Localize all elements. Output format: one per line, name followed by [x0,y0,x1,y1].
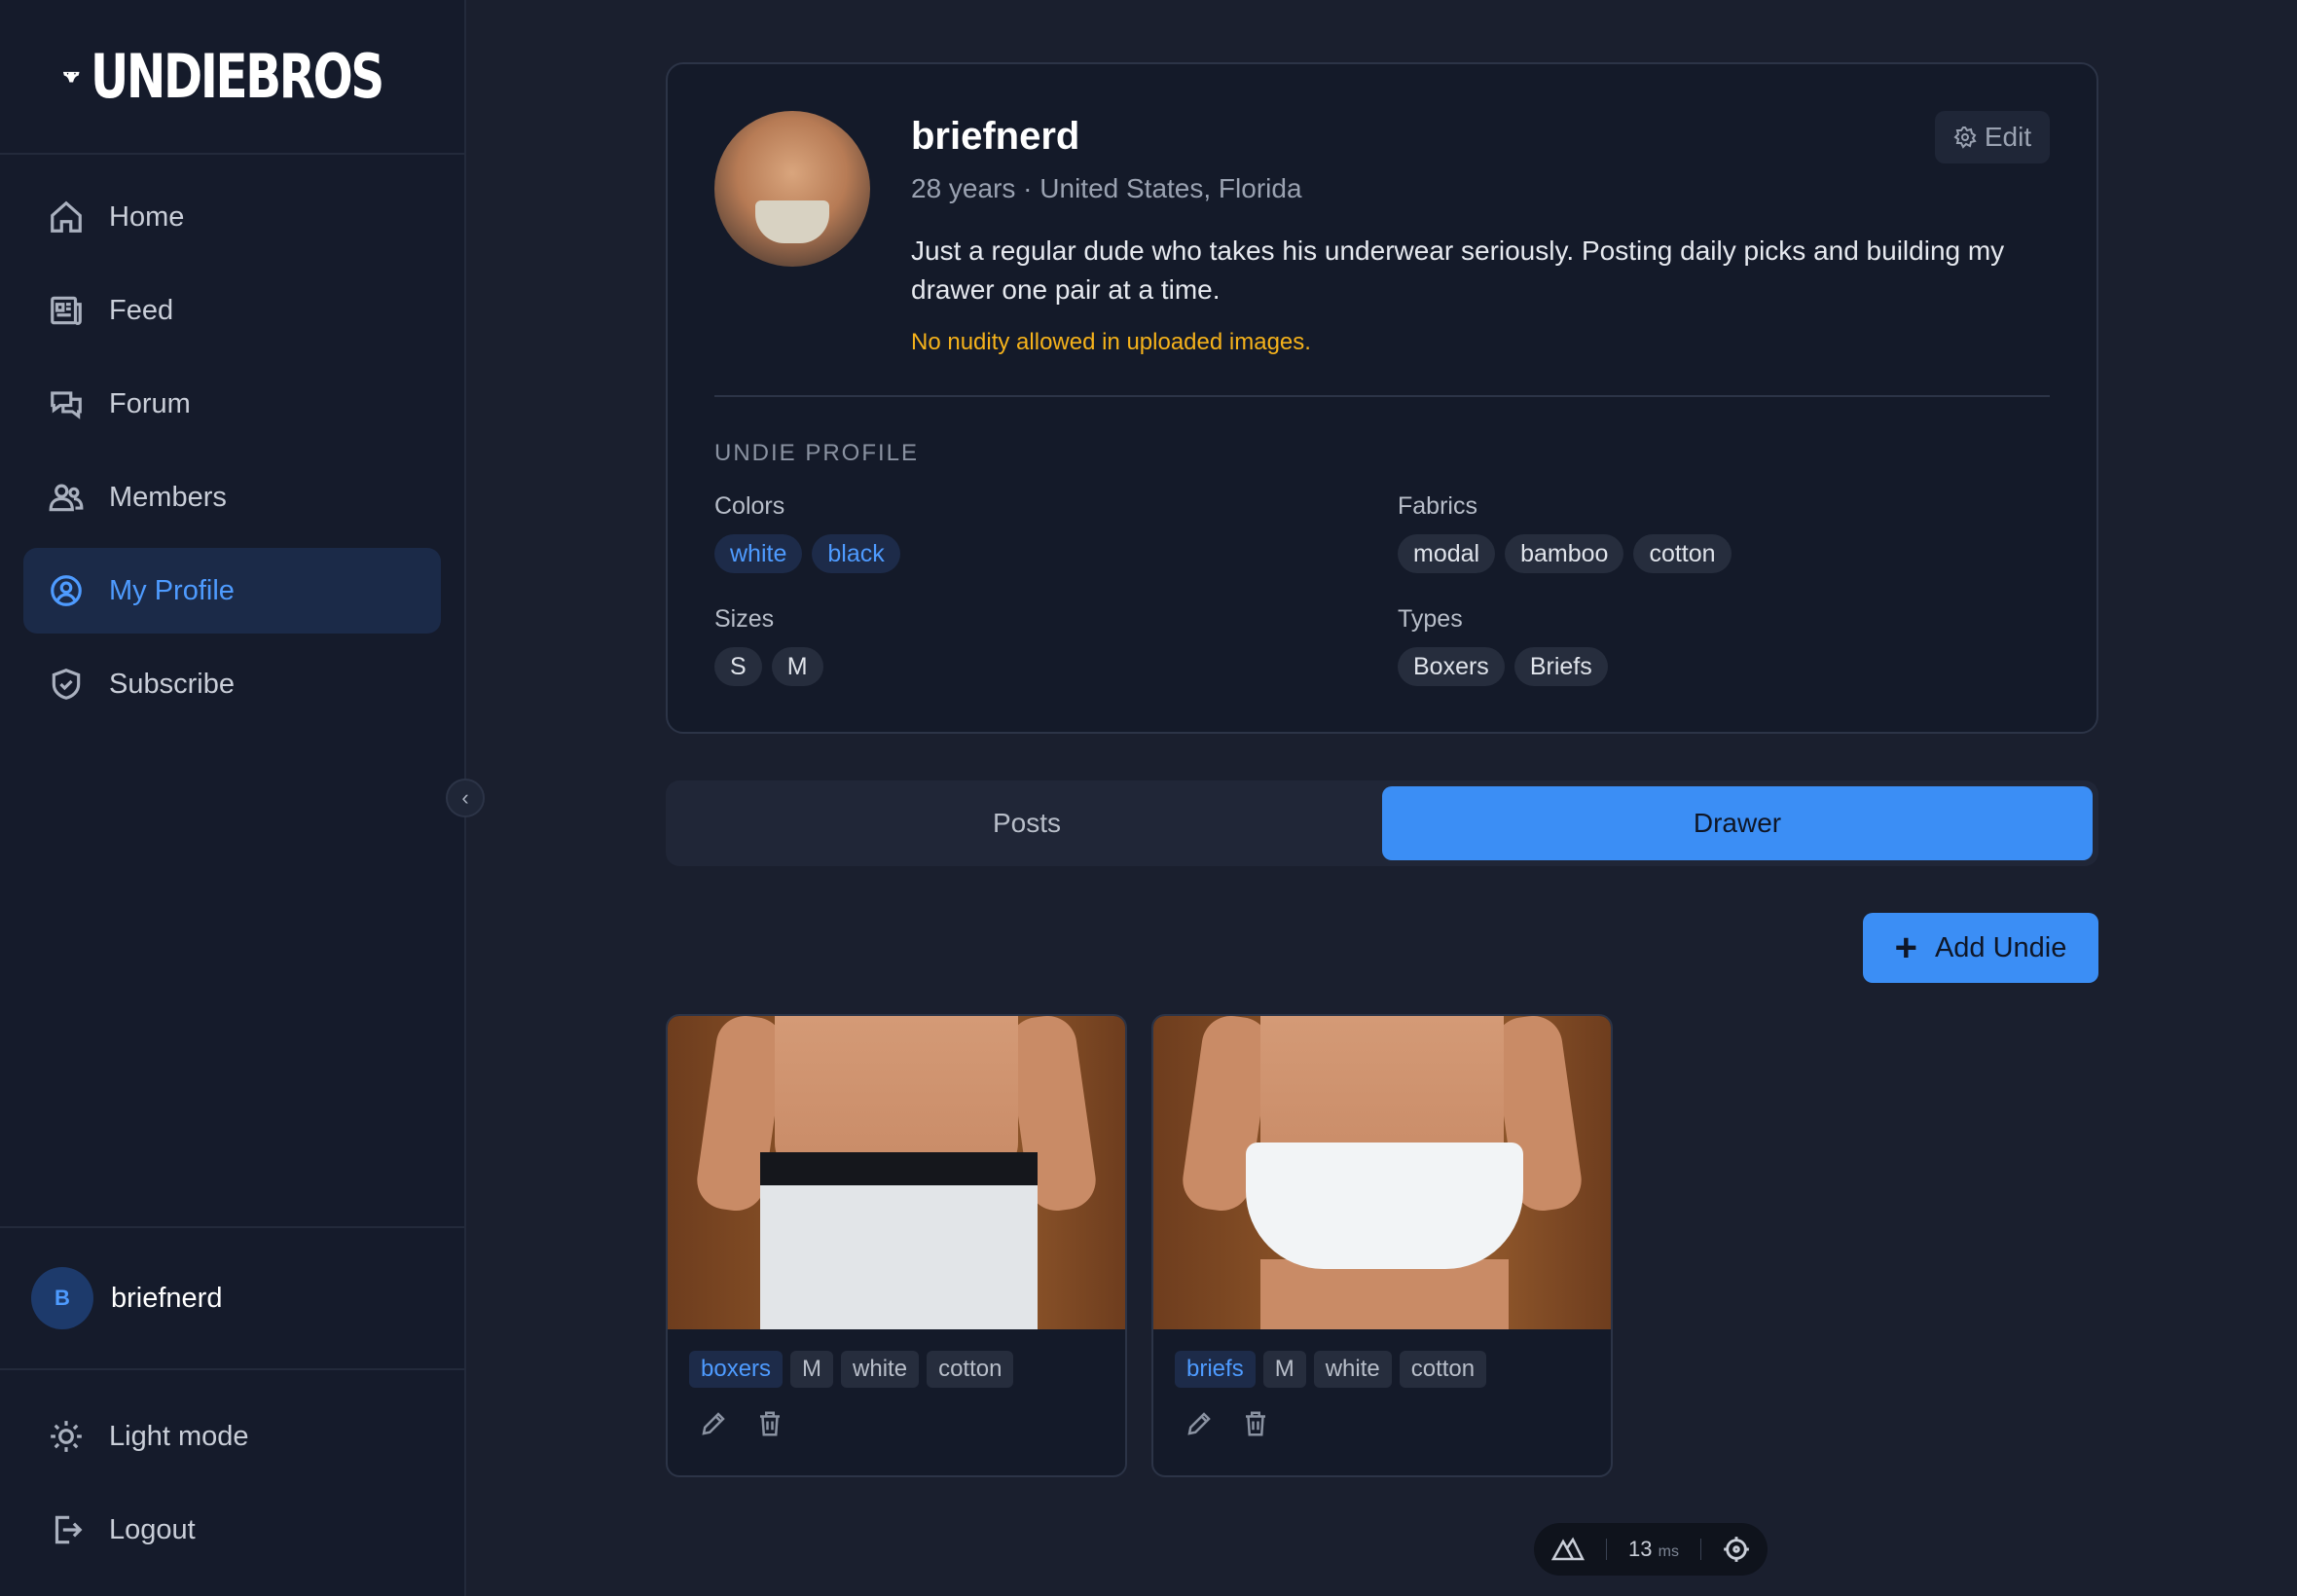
sidebar-item-forum[interactable]: Forum [23,361,441,447]
sidebar-item-subscribe[interactable]: Subscribe [23,641,441,727]
user-circle-icon [47,571,86,610]
item-fabric-tag: cotton [927,1351,1014,1388]
gear-icon [1953,127,1977,149]
colors-field: Colors white black [714,492,900,573]
main-nav: Home Feed Forum Members My Profile Subsc… [0,174,464,727]
fabric-chip: bamboo [1505,534,1624,573]
render-time: 13 ms [1628,1537,1679,1562]
crosshair-icon[interactable] [1723,1536,1750,1563]
size-chip: M [771,647,823,686]
size-chip: S [714,647,762,686]
sidebar: UNDIEBROS Home Feed Forum Members My Pro… [0,0,466,1596]
light-mode-toggle[interactable]: Light mode [23,1394,442,1479]
sidebar-item-label: Forum [109,387,191,419]
brand-name: UNDIEBROS [90,41,384,112]
item-type-tag: briefs [1175,1351,1256,1388]
edit-profile-button[interactable]: Edit [1935,111,2050,163]
chevron-left-icon: ‹ [461,785,469,810]
collapse-sidebar-button[interactable]: ‹ [446,779,485,817]
underwear-logo-icon [62,71,80,83]
profile-tabs: Posts Drawer [666,780,2098,866]
drawer-item-photo [668,1016,1125,1329]
drawer-item-photo [1153,1016,1611,1329]
types-field: Types Boxers Briefs [1398,605,1608,686]
render-time-unit: ms [1658,1543,1679,1560]
pencil-icon[interactable] [1185,1409,1214,1438]
profile-meta: 28 years · United States, Florida [911,173,1302,203]
tab-posts[interactable]: Posts [672,786,1382,860]
sizes-label: Sizes [714,605,775,633]
logout-button[interactable]: Logout [23,1487,442,1573]
profile-photo-garment [755,200,829,243]
colors-label: Colors [714,492,785,520]
divider [714,395,2050,397]
current-user-name: briefnerd [111,1282,223,1314]
types-label: Types [1398,605,1463,633]
fabric-chip: cotton [1633,534,1732,573]
item-fabric-tag: cotton [1399,1351,1487,1388]
edit-label: Edit [1984,122,2032,152]
profile-bio: Just a regular dude who takes his underw… [911,236,2005,305]
undie-profile-title: UNDIE PROFILE [714,440,920,466]
sidebar-item-label: Home [109,200,185,233]
nudity-warning: No nudity allowed in uploaded images. [911,329,1311,355]
sidebar-item-label: Feed [109,294,174,326]
fabric-chip: modal [1398,534,1496,573]
logout-icon [47,1510,86,1549]
item-color-tag: white [841,1351,920,1388]
item-type-tag: boxers [689,1351,784,1388]
tab-drawer[interactable]: Drawer [1382,786,2093,860]
devtools-pill[interactable]: 13 ms [1534,1523,1768,1576]
chat-bubbles-icon [47,384,86,423]
render-time-value: 13 [1628,1537,1653,1561]
sidebar-item-label: Members [109,481,227,513]
add-undie-label: Add Undie [1934,931,2067,963]
current-user[interactable]: B briefnerd [0,1226,464,1370]
sidebar-item-my-profile[interactable]: My Profile [23,548,441,634]
shield-check-icon [47,665,86,704]
nuxt-logo-icon [1551,1537,1585,1561]
sidebar-item-feed[interactable]: Feed [23,268,441,353]
trash-icon[interactable] [755,1409,784,1438]
profile-photo [714,111,870,267]
sidebar-item-label: Subscribe [109,668,235,700]
profile-username: briefnerd [911,115,1080,158]
color-chip: black [812,534,900,573]
trash-icon[interactable] [1241,1409,1270,1438]
users-icon [47,478,86,517]
type-chip: Boxers [1398,647,1505,686]
item-size-tag: M [1262,1351,1306,1388]
item-size-tag: M [790,1351,834,1388]
pencil-icon[interactable] [699,1409,728,1438]
sizes-field: Sizes S M [714,605,823,686]
fabrics-field: Fabrics modal bamboo cotton [1398,492,1732,573]
avatar: B [31,1267,93,1329]
sidebar-item-home[interactable]: Home [23,174,441,260]
drawer-item-card[interactable]: briefs M white cotton [1151,1014,1613,1477]
fabrics-label: Fabrics [1398,492,1477,520]
logout-label: Logout [109,1513,196,1545]
sidebar-item-label: My Profile [109,574,235,606]
home-icon [47,198,86,236]
sun-icon [47,1417,86,1456]
drawer-item-card[interactable]: boxers M white cotton [666,1014,1127,1477]
sidebar-item-members[interactable]: Members [23,454,441,540]
light-mode-label: Light mode [109,1420,249,1452]
profile-card: briefnerd 28 years · United States, Flor… [666,62,2098,734]
brand-logo[interactable]: UNDIEBROS [0,0,464,155]
plus-icon: + [1894,926,1917,969]
color-chip: white [714,534,803,573]
bottom-nav: Light mode Logout [23,1394,442,1580]
newspaper-icon [47,291,86,330]
add-undie-button[interactable]: + Add Undie [1863,913,2098,983]
type-chip: Briefs [1513,647,1608,686]
item-color-tag: white [1313,1351,1392,1388]
